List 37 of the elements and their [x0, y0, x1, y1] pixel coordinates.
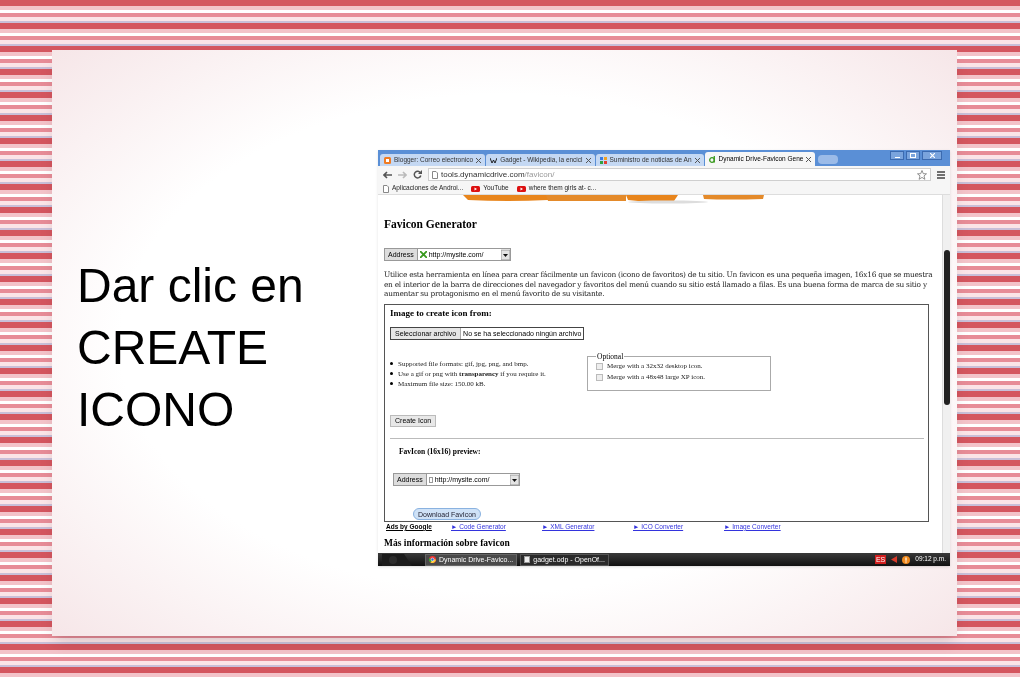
dropdown-icon[interactable]	[500, 249, 510, 260]
slide-text: Dar clic en CREATE ICONO	[77, 258, 305, 438]
page-icon	[428, 476, 433, 483]
wiki-icon	[490, 156, 498, 164]
page-heading: Favicon Generator	[384, 217, 478, 231]
menu-icon[interactable]	[937, 170, 945, 179]
checkbox[interactable]	[596, 362, 603, 370]
form-title: Image to create icon from:	[390, 307, 493, 319]
alert-icon[interactable]	[902, 555, 911, 564]
document-icon	[524, 556, 531, 563]
scrollbar-thumb[interactable]	[944, 250, 950, 405]
puzzle-icon	[599, 156, 607, 164]
bullet-icon	[390, 362, 393, 366]
address-field[interactable]: tools.dynamicdrive.com/favicon/	[428, 168, 931, 181]
close-icon[interactable]	[694, 157, 700, 163]
dropdown-icon[interactable]	[509, 474, 519, 485]
reload-icon[interactable]	[413, 170, 422, 179]
close-icon[interactable]	[476, 157, 482, 163]
section-heading: Más información sobre favicon	[384, 537, 511, 549]
browser-icon	[429, 556, 436, 563]
url-host: tools.dynamicdrive.com	[441, 170, 525, 179]
tray-arrow-icon[interactable]	[891, 556, 898, 563]
close-button[interactable]	[922, 151, 942, 160]
bullet-icon	[390, 382, 393, 386]
page-icon	[432, 170, 438, 179]
star-icon[interactable]	[917, 169, 927, 180]
maximize-button[interactable]	[906, 151, 920, 160]
blog-icon	[384, 156, 391, 164]
bullet-icon	[390, 372, 393, 376]
checkbox[interactable]	[596, 373, 603, 381]
close-icon	[929, 153, 935, 158]
close-icon[interactable]	[585, 157, 591, 163]
back-icon[interactable]	[383, 170, 392, 179]
swirl-icon	[708, 155, 716, 163]
minimize-button[interactable]	[890, 151, 904, 160]
start-button[interactable]	[382, 553, 412, 566]
close-icon[interactable]	[806, 156, 812, 162]
